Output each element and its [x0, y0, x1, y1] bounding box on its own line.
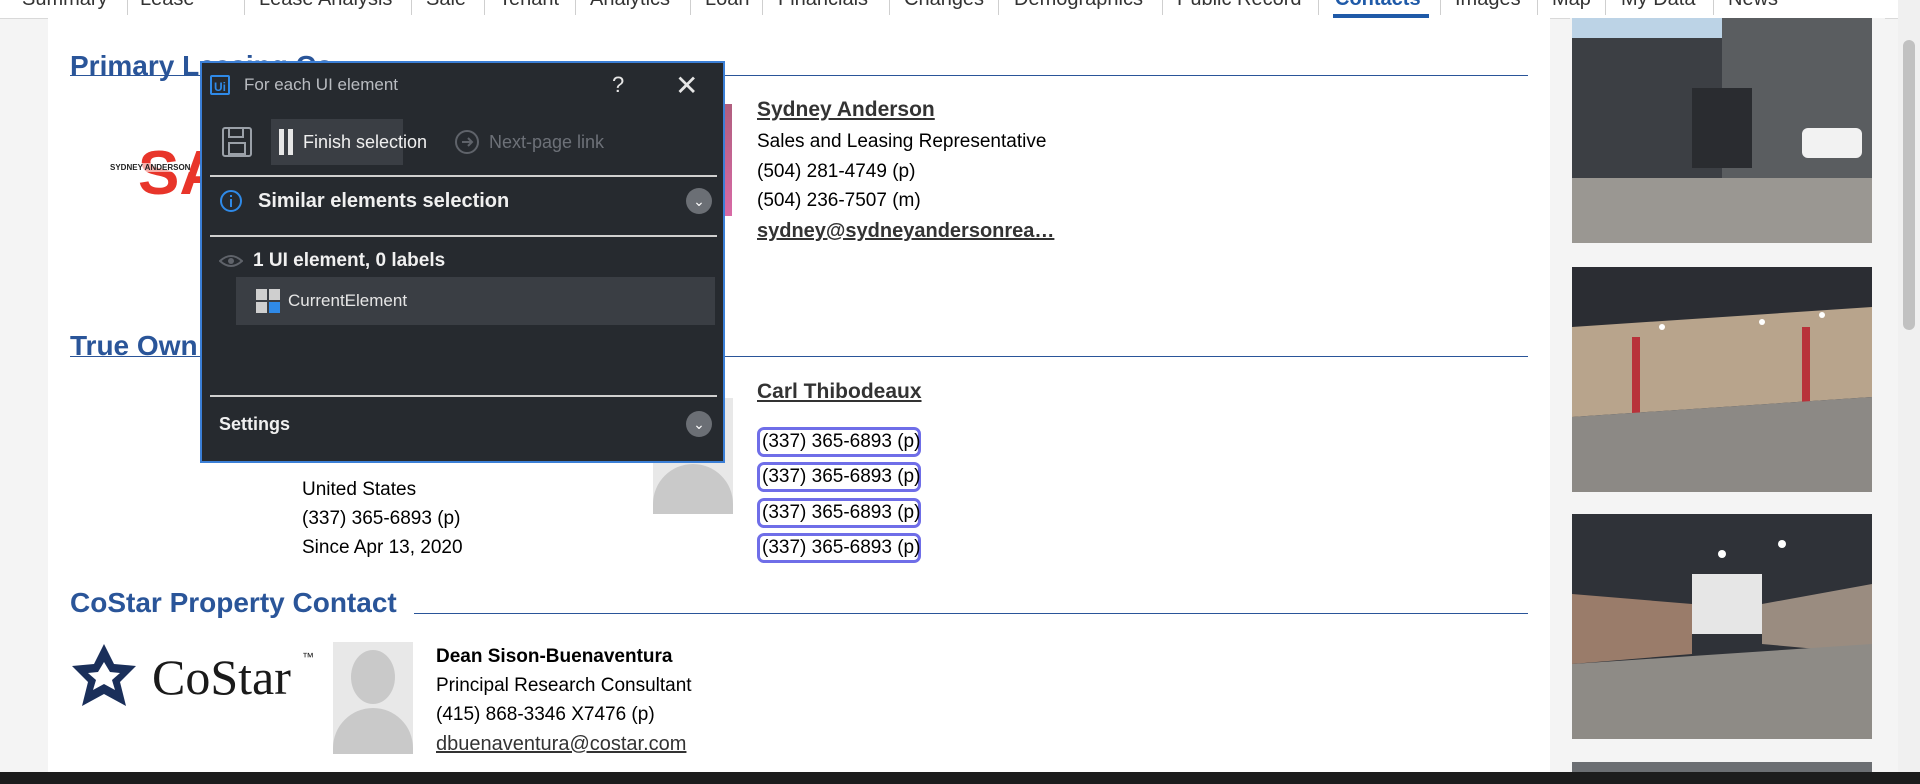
uipath-logo-icon: Ui	[210, 75, 230, 95]
property-photo[interactable]	[1572, 514, 1872, 739]
tab-divider	[1605, 0, 1606, 15]
tab-divider	[1713, 0, 1714, 15]
tab-loan[interactable]: Loan	[705, 0, 750, 11]
next-page-icon	[455, 130, 479, 154]
tab-sale[interactable]: Sale	[426, 0, 466, 11]
owner-since: Since Apr 13, 2020	[302, 537, 463, 558]
save-icon	[222, 127, 252, 157]
tab-images[interactable]: Images	[1455, 0, 1521, 11]
dialog-divider	[210, 395, 717, 397]
tab-analytics[interactable]: Analytics	[590, 0, 670, 11]
contact-name-link[interactable]: Sydney Anderson	[757, 98, 935, 122]
tab-my-data[interactable]: My Data	[1621, 0, 1695, 11]
pause-icon-bar	[288, 129, 293, 155]
tab-public-record[interactable]: Public Record	[1177, 0, 1302, 11]
contact-avatar	[333, 642, 413, 754]
costar-trademark: ™	[302, 650, 314, 664]
tab-contacts[interactable]: Contacts	[1335, 0, 1421, 11]
tab-lease[interactable]: Lease	[140, 0, 195, 11]
scrollbar-thumb[interactable]	[1903, 40, 1915, 330]
section-title-costar-contact: CoStar Property Contact	[70, 587, 397, 618]
settings-header[interactable]: Settings ⌄	[210, 399, 717, 449]
owner-contact-name-link[interactable]: Carl Thibodeaux	[757, 380, 922, 404]
tab-tenant[interactable]: Tenant	[499, 0, 559, 11]
costar-wordmark: CoStar	[152, 649, 291, 705]
chevron-down-icon[interactable]: ⌄	[686, 188, 712, 214]
chevron-down-icon[interactable]: ⌄	[686, 411, 712, 437]
tab-divider	[411, 0, 412, 15]
similar-elements-header[interactable]: Similar elements selection ⌄	[210, 179, 717, 223]
contact-mobile: (504) 236-7507 (m)	[757, 190, 921, 211]
save-button[interactable]	[220, 119, 254, 165]
tab-lease-analysis[interactable]: Lease Analysis	[259, 0, 392, 11]
tab-changes[interactable]: Changes	[904, 0, 984, 11]
costar-contact-phone: (415) 868-3346 X7476 (p)	[436, 704, 655, 725]
owner-country: United States	[302, 479, 417, 500]
contact-phone: (504) 281-4749 (p)	[757, 161, 916, 182]
settings-label: Settings	[219, 414, 291, 434]
taskbar	[0, 772, 1920, 784]
contact-email-link[interactable]: sydney@sydneyandersonrea…	[757, 220, 1054, 243]
pause-icon	[279, 129, 284, 155]
highlighted-phone[interactable]: (337) 365-6893 (p)	[757, 462, 921, 492]
next-page-link-label: Next-page link	[489, 132, 605, 152]
dialog-title: For each UI element	[244, 75, 399, 94]
close-button[interactable]: ✕	[675, 69, 698, 102]
tab-summary[interactable]: Summary	[22, 0, 108, 11]
highlighted-phone[interactable]: (337) 365-6893 (p)	[757, 427, 921, 457]
costar-contact-name: Dean Sison-Buenaventura	[436, 646, 673, 667]
section-divider	[414, 613, 1528, 614]
for-each-ui-element-dialog: Ui For each UI element ? ✕ Finish select…	[200, 61, 725, 463]
property-photo[interactable]	[1572, 267, 1872, 492]
costar-star-icon	[72, 644, 136, 706]
page-scrollbar[interactable]	[1898, 0, 1920, 784]
finish-selection-button[interactable]: Finish selection	[271, 119, 427, 165]
dialog-divider	[210, 175, 717, 177]
eye-icon[interactable]	[219, 253, 243, 269]
tab-financials[interactable]: Financials	[778, 0, 868, 11]
tab-divider	[690, 0, 691, 15]
section-title-true-owner: True Own	[70, 330, 198, 361]
tab-divider	[998, 0, 999, 15]
similar-elements-label: Similar elements selection	[258, 190, 510, 212]
tab-divider	[575, 0, 576, 15]
element-count-label: 1 UI element, 0 labels	[253, 250, 446, 271]
tab-divider	[127, 0, 128, 15]
property-tabs: Summary Lease Lease Analysis Sale Tenant…	[0, 0, 1900, 19]
current-element-item[interactable]: CurrentElement	[236, 277, 715, 325]
dialog-divider	[210, 235, 717, 237]
tab-divider	[1440, 0, 1441, 15]
element-icon	[256, 289, 280, 313]
tab-divider	[1162, 0, 1163, 15]
finish-selection-label: Finish selection	[303, 132, 428, 152]
tab-divider	[889, 0, 890, 15]
highlighted-phone[interactable]: (337) 365-6893 (p)	[757, 533, 921, 563]
tab-divider	[762, 0, 763, 15]
logo-caption: SYDNEY ANDERSON	[110, 163, 191, 172]
tab-demographics[interactable]: Demographics	[1014, 0, 1143, 11]
tab-map[interactable]: Map	[1552, 0, 1591, 11]
costar-contact-email-link[interactable]: dbuenaventura@costar.com	[436, 733, 686, 756]
tab-divider	[1537, 0, 1538, 15]
contact-role: Sales and Leasing Representative	[757, 131, 1047, 152]
tab-divider	[1318, 0, 1319, 15]
info-icon	[220, 190, 242, 212]
property-photos	[1570, 18, 1885, 784]
property-photo[interactable]	[1572, 18, 1872, 243]
costar-logo: CoStar ™	[70, 642, 320, 712]
tab-news[interactable]: News	[1728, 0, 1778, 11]
tab-divider	[244, 0, 245, 15]
costar-contact-role: Principal Research Consultant	[436, 675, 692, 696]
next-page-link-button[interactable]: Next-page link	[453, 119, 613, 165]
highlighted-phone[interactable]: (337) 365-6893 (p)	[757, 498, 921, 528]
owner-phone: (337) 365-6893 (p)	[302, 508, 461, 529]
current-element-label: CurrentElement	[288, 291, 408, 310]
help-button[interactable]: ?	[612, 72, 624, 98]
tab-divider	[484, 0, 485, 15]
